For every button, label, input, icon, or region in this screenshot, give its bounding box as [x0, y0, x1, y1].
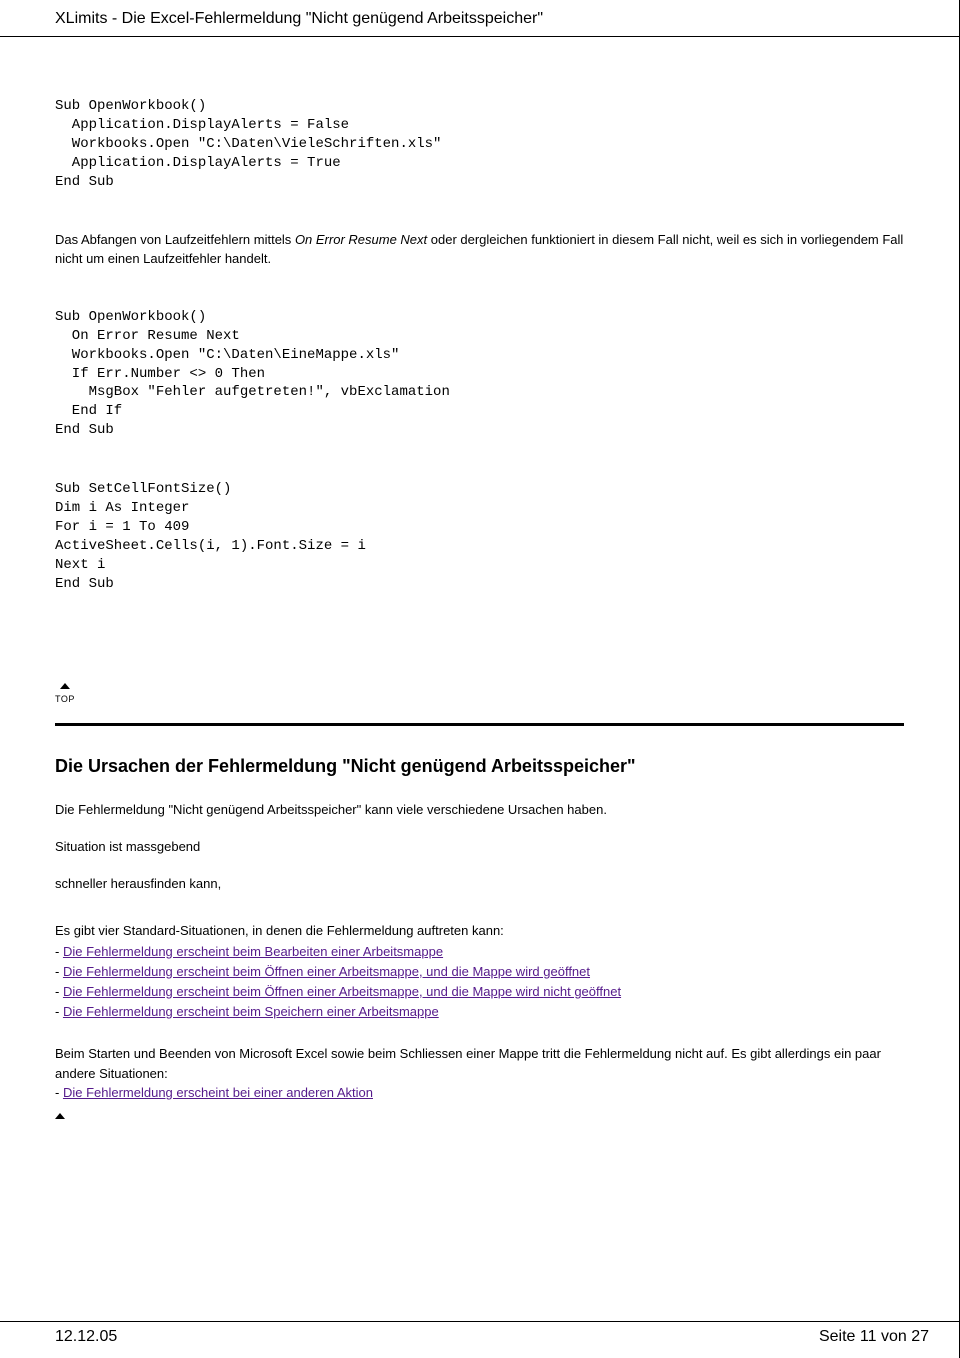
schneller-line: schneller herausfinden kann, — [55, 876, 904, 891]
followup-link[interactable]: Die Fehlermeldung erscheint bei einer an… — [63, 1085, 373, 1100]
situation-link-2[interactable]: Die Fehlermeldung erscheint beim Öffnen … — [63, 964, 590, 979]
page-footer: 12.12.05 Seite 11 von 27 — [0, 1321, 959, 1346]
intro-text: Die Fehlermeldung "Nicht genügend Arbeit… — [55, 802, 904, 817]
page-header: XLimits - Die Excel-Fehlermeldung "Nicht… — [0, 0, 959, 37]
situation-link-3[interactable]: Die Fehlermeldung erscheint beim Öffnen … — [63, 984, 621, 999]
section-divider — [55, 723, 904, 726]
page-content: Sub OpenWorkbook() Application.DisplayAl… — [0, 37, 959, 1123]
up-arrow-icon — [55, 1113, 65, 1119]
section-heading: Die Ursachen der Fehlermeldung "Nicht ge… — [55, 756, 904, 777]
up-arrow-icon — [60, 683, 70, 689]
situations-lead: Es gibt vier Standard-Situationen, in de… — [55, 923, 504, 938]
situation-link-4[interactable]: Die Fehlermeldung erscheint beim Speiche… — [63, 1004, 439, 1019]
top-arrow-link[interactable] — [55, 1113, 65, 1120]
footer-page: Seite 11 von 27 — [819, 1328, 929, 1346]
code-block-2: Sub OpenWorkbook() On Error Resume Next … — [55, 308, 904, 440]
top-link[interactable]: TOP — [55, 683, 75, 705]
code-block-3: Sub SetCellFontSize() Dim i As Integer F… — [55, 480, 904, 593]
situation-link-1[interactable]: Die Fehlermeldung erscheint beim Bearbei… — [63, 944, 443, 959]
para1-italic: On Error Resume Next — [295, 232, 427, 247]
code-block-1: Sub OpenWorkbook() Application.DisplayAl… — [55, 97, 904, 191]
followup-text: Beim Starten und Beenden von Microsoft E… — [55, 1046, 881, 1081]
para1-pre: Das Abfangen von Laufzeitfehlern mittels — [55, 232, 295, 247]
situation-line: Situation ist massgebend — [55, 839, 904, 854]
situations-block: Es gibt vier Standard-Situationen, in de… — [55, 921, 904, 1022]
followup-block: Beim Starten und Beenden von Microsoft E… — [55, 1044, 904, 1103]
page-title: XLimits - Die Excel-Fehlermeldung "Nicht… — [55, 10, 543, 27]
paragraph-runtime-error: Das Abfangen von Laufzeitfehlern mittels… — [55, 231, 904, 267]
footer-date: 12.12.05 — [55, 1328, 117, 1346]
top-link-label: TOP — [55, 694, 75, 704]
